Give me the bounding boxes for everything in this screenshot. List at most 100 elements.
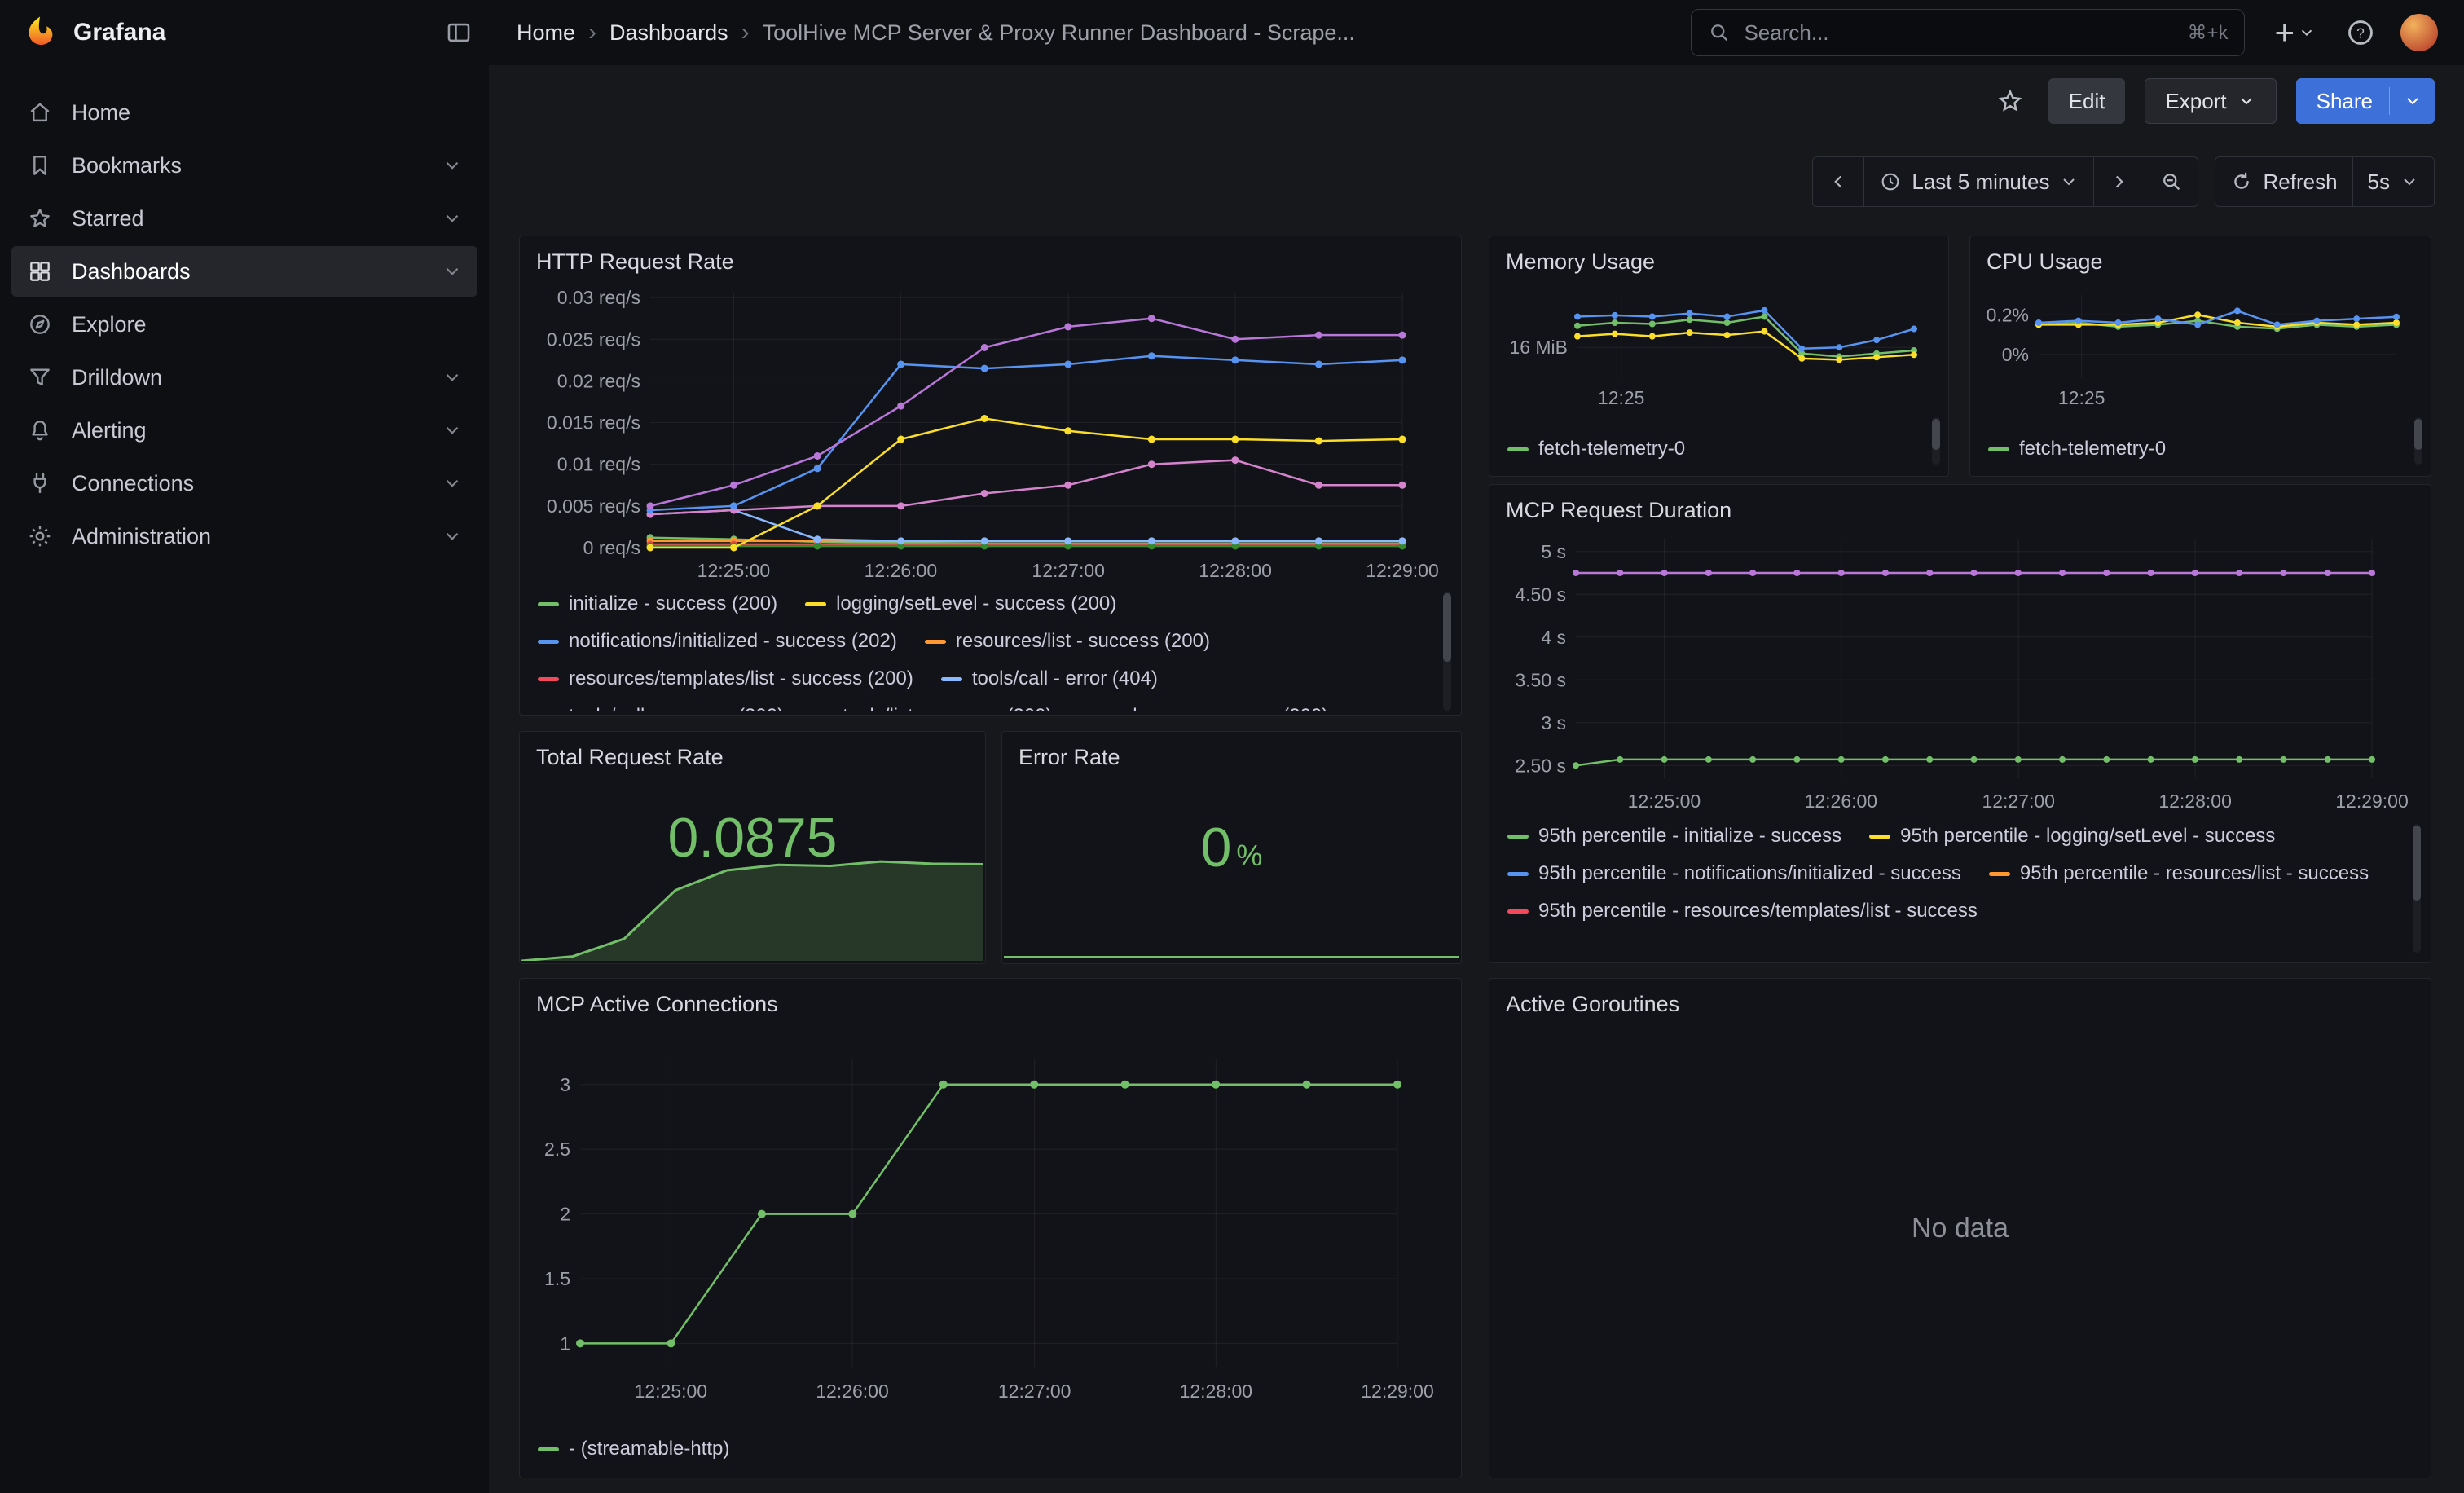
legend-label: initialize - success (200): [569, 592, 777, 615]
legend-scrollbar[interactable]: [1443, 592, 1451, 711]
panel-title[interactable]: CPU Usage: [1970, 236, 2431, 275]
sidebar: HomeBookmarksStarred Dashboards ExploreDri…: [0, 65, 489, 1493]
legend-item[interactable]: 95th percentile - resources/list - succe…: [1989, 861, 2369, 886]
bookmark-icon: [26, 152, 54, 179]
cpu-usage-chart[interactable]: 0.2%0%12:25: [1977, 287, 2411, 411]
breadcrumb: Home›Dashboards›ToolHive MCP Server & Pr…: [517, 19, 1355, 46]
sidebar-item-administration[interactable]: Administration: [11, 511, 477, 562]
sidebar-item-label: Dashboards: [72, 259, 442, 284]
legend-label: 95th percentile - resources/templates/li…: [1538, 900, 1978, 923]
drilldown-icon: [26, 363, 54, 391]
memory-usage-chart[interactable]: 16 MiB12:25: [1496, 287, 1929, 411]
refresh-icon: [2230, 170, 2253, 193]
legend-item[interactable]: 95th percentile - logging/setLevel - suc…: [1869, 824, 2275, 848]
panel-title[interactable]: MCP Request Duration: [1489, 485, 2431, 523]
breadcrumb-item[interactable]: ToolHive MCP Server & Proxy Runner Dashb…: [763, 20, 1355, 46]
http-request-rate-chart[interactable]: 0 req/s0.005 req/s0.01 req/s0.015 req/s0…: [528, 285, 1440, 584]
svg-text:5 s: 5 s: [1541, 541, 1566, 562]
legend-item[interactable]: tools/call - error (404): [941, 667, 1158, 691]
legend-item[interactable]: fetch-telemetry-0: [1988, 437, 2166, 461]
panel-title[interactable]: HTTP Request Rate: [520, 236, 1461, 275]
legend-item[interactable]: fetch-telemetry-0: [1507, 437, 1685, 461]
time-back-button[interactable]: [1812, 156, 1864, 207]
legend-item[interactable]: 95th percentile - notifications/initiali…: [1507, 861, 1961, 886]
chevron-down-icon[interactable]: [442, 526, 463, 547]
legend-label: fetch-telemetry-0: [2019, 438, 2166, 460]
refresh-button[interactable]: Refresh: [2215, 156, 2352, 207]
legend-scrollbar[interactable]: [2414, 417, 2422, 465]
search-input[interactable]: [1742, 20, 2176, 46]
chevron-down-icon[interactable]: [442, 420, 463, 441]
legend-item[interactable]: tools/call - success (200): [538, 704, 784, 711]
sidebar-item-dashboards[interactable]: Dashboards: [11, 246, 477, 297]
no-data-message: No data: [1489, 979, 2431, 1478]
legend-item[interactable]: tools/list - success (200): [812, 704, 1052, 711]
legend-item[interactable]: logging/setLevel - success (200): [805, 592, 1116, 616]
panel-mcp-request-duration: MCP Request Duration 5 s4.50 s4 s3.50 s3…: [1489, 484, 2431, 963]
breadcrumb-item[interactable]: Home: [517, 20, 575, 46]
chevron-down-icon[interactable]: [442, 208, 463, 229]
svg-text:0 req/s: 0 req/s: [583, 537, 640, 558]
legend-item[interactable]: - (streamable-http): [538, 1437, 729, 1461]
dashboard-canvas: Edit Export Share Last 5 minutes: [489, 65, 2464, 1493]
legend-label: 95th percentile - notifications/initiali…: [1538, 862, 1961, 885]
chevron-down-icon: [2059, 172, 2079, 192]
time-forward-button[interactable]: [2093, 156, 2145, 207]
legend-item[interactable]: notifications/initialized - success (202…: [538, 629, 897, 654]
nav-actions: + ?: [2269, 14, 2438, 51]
legend-item[interactable]: resources/list - success (200): [925, 629, 1210, 654]
panel-title[interactable]: Memory Usage: [1489, 236, 1948, 275]
legend-item[interactable]: resources/templates/list - success (200): [538, 667, 913, 691]
sidebar-item-home[interactable]: Home: [11, 87, 477, 138]
legend-scrollbar[interactable]: [2413, 824, 2421, 953]
chevron-right-icon: [2109, 171, 2130, 192]
chevron-left-icon: [1828, 171, 1849, 192]
legend: fetch-telemetry-0: [1988, 437, 2395, 463]
stat-unit: %: [1236, 839, 1262, 873]
sidebar-item-drilldown[interactable]: Drilldown: [11, 352, 477, 403]
share-button[interactable]: Share: [2296, 78, 2435, 124]
mcp-active-connections-chart[interactable]: 32.521.5112:25:0012:26:0012:27:0012:28:0…: [528, 1050, 1437, 1404]
mcp-request-duration-chart[interactable]: 5 s4.50 s4 s3.50 s3 s2.50 s12:25:0012:26…: [1498, 531, 2409, 814]
search-bar[interactable]: ⌘+k: [1691, 9, 2245, 56]
grafana-logo-icon[interactable]: [21, 14, 59, 51]
sidebar-item-bookmarks[interactable]: Bookmarks: [11, 140, 477, 191]
svg-text:12:26:00: 12:26:00: [816, 1381, 889, 1402]
help-button[interactable]: ?: [2345, 17, 2376, 48]
panel-error-rate: Error Rate 0%: [1001, 731, 1462, 964]
sidebar-item-connections[interactable]: Connections: [11, 458, 477, 509]
panel-cpu-usage: CPU Usage 0.2%0%12:25 fetch-telemetry-0: [1969, 236, 2431, 477]
legend-item[interactable]: unknown - success (200): [1080, 704, 1329, 711]
series-color-swatch: [925, 640, 946, 644]
svg-text:2.50 s: 2.50 s: [1515, 755, 1566, 776]
star-dashboard-button[interactable]: [1991, 86, 2029, 116]
zoom-out-icon: [2160, 170, 2183, 193]
zoom-out-button[interactable]: [2145, 156, 2198, 207]
chevron-down-icon[interactable]: [442, 155, 463, 176]
sidebar-item-explore[interactable]: Explore: [11, 299, 477, 350]
legend-label: resources/list - success (200): [956, 630, 1210, 653]
user-avatar[interactable]: [2400, 14, 2438, 51]
refresh-interval-picker[interactable]: 5s: [2352, 156, 2435, 207]
svg-text:0.01 req/s: 0.01 req/s: [557, 454, 640, 475]
export-button[interactable]: Export: [2145, 78, 2276, 124]
svg-text:12:29:00: 12:29:00: [1366, 560, 1439, 581]
legend-item[interactable]: initialize - success (200): [538, 592, 777, 616]
clock-icon: [1879, 170, 1902, 193]
legend-item[interactable]: 95th percentile - resources/templates/li…: [1507, 899, 1978, 923]
edit-button[interactable]: Edit: [2048, 78, 2126, 124]
sidebar-toggle-button[interactable]: [440, 14, 477, 51]
chevron-down-icon[interactable]: [442, 261, 463, 282]
time-range-picker[interactable]: Last 5 minutes: [1863, 156, 2094, 207]
chevron-down-icon[interactable]: [442, 367, 463, 388]
legend-item[interactable]: 95th percentile - initialize - success: [1507, 824, 1841, 848]
legend-scrollbar[interactable]: [1932, 417, 1940, 465]
new-button[interactable]: +: [2269, 15, 2321, 51]
sidebar-item-starred[interactable]: Starred: [11, 193, 477, 244]
sidebar-item-alerting[interactable]: Alerting: [11, 405, 477, 456]
share-dropdown-chevron-icon[interactable]: [2403, 91, 2422, 111]
chevron-down-icon[interactable]: [442, 473, 463, 494]
time-controls: Last 5 minutes Refresh 5s: [1812, 156, 2435, 207]
panel-title[interactable]: MCP Active Connections: [520, 979, 1461, 1017]
breadcrumb-item[interactable]: Dashboards: [609, 20, 728, 46]
